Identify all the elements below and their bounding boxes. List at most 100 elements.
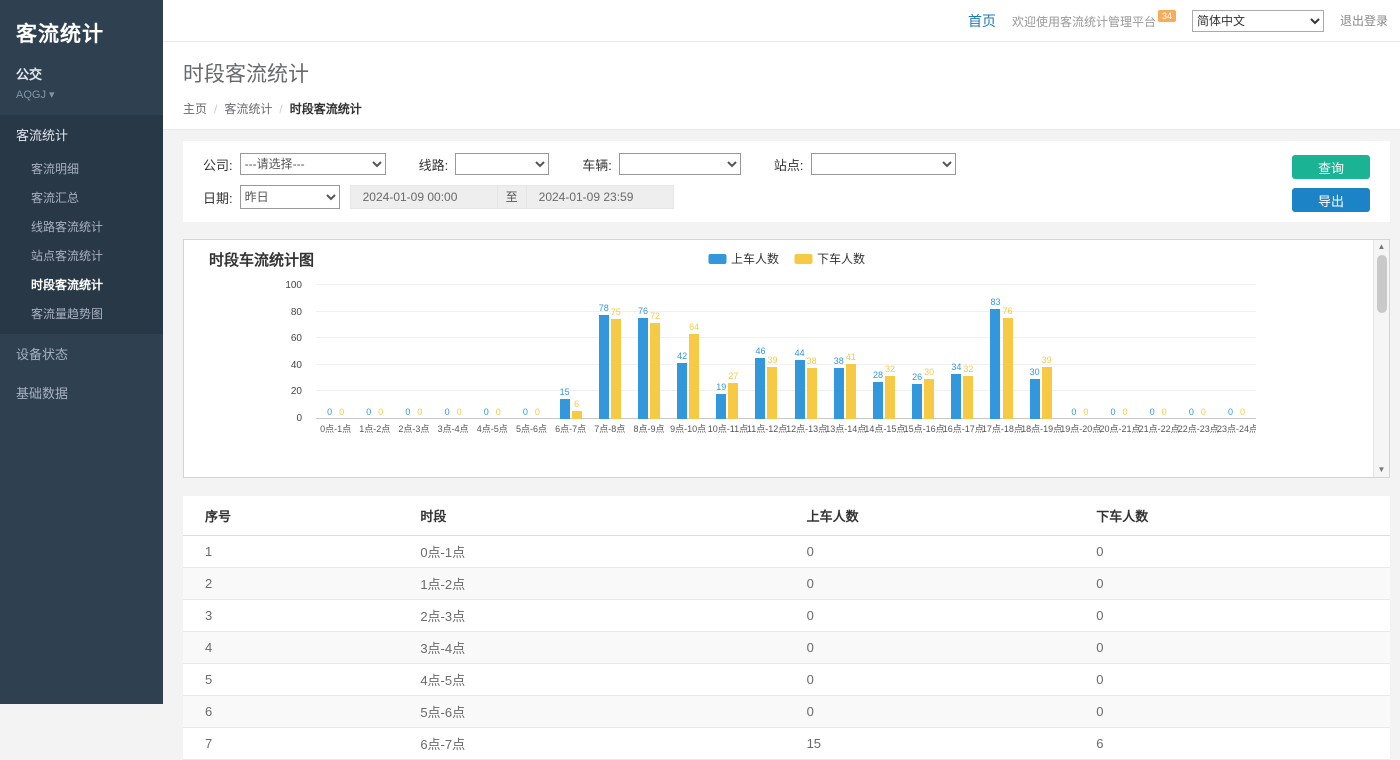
sidebar-subitem[interactable]: 站点客流统计 — [0, 241, 163, 270]
notification-badge: 34 — [1158, 10, 1176, 22]
date-to-input[interactable] — [526, 185, 674, 209]
x-axis-label: 17点-18点 — [982, 422, 1021, 435]
sidebar-subitem[interactable]: 客流明细 — [0, 154, 163, 183]
table-cell: 15 — [799, 728, 1089, 760]
line-select[interactable] — [455, 153, 549, 175]
scroll-down-icon[interactable]: ▼ — [1378, 466, 1386, 474]
bar — [1030, 379, 1040, 419]
table-cell: 0 — [1088, 568, 1390, 600]
sidebar-item-passenger-stats[interactable]: 客流统计 — [0, 115, 163, 154]
y-axis-tick: 60 — [258, 333, 302, 345]
bar-value-label: 38 — [807, 356, 817, 367]
bar-value-label: 0 — [484, 407, 489, 418]
vehicle-select[interactable] — [619, 153, 741, 175]
column-header-index: 序号 — [183, 496, 412, 536]
sidebar: 客流统计 公交 AQGJ ▾ 客流统计 客流明细客流汇总线路客流统计站点客流统计… — [0, 0, 163, 704]
table-row: 10点-1点00 — [183, 536, 1390, 568]
bar-value-label: 0 — [378, 407, 383, 418]
bar-value-label: 6 — [574, 399, 579, 410]
bar-group: 00 — [355, 286, 394, 419]
sidebar-subitem[interactable]: 客流汇总 — [0, 183, 163, 212]
table-row: 43点-4点00 — [183, 632, 1390, 664]
station-select[interactable] — [811, 153, 956, 175]
bar-value-label: 38 — [834, 356, 844, 367]
bar-value-label: 0 — [1201, 407, 1206, 418]
chart-title: 时段车流统计图 — [209, 252, 314, 269]
table-row: 21点-2点00 — [183, 568, 1390, 600]
table-cell: 0 — [799, 600, 1089, 632]
bar-value-label: 30 — [1030, 367, 1040, 378]
chart-scrollbar[interactable]: ▲ ▼ — [1373, 240, 1389, 477]
bar-value-label: 0 — [1071, 407, 1076, 418]
date-preset-select[interactable]: 昨日 — [240, 185, 340, 209]
home-link[interactable]: 首页 — [968, 11, 996, 31]
table-cell: 7 — [183, 728, 412, 760]
table-cell: 0点-1点 — [412, 536, 798, 568]
bar-value-label: 0 — [405, 407, 410, 418]
language-select[interactable]: 简体中文 — [1192, 10, 1324, 32]
bar — [599, 315, 609, 419]
bar-value-label: 0 — [417, 407, 422, 418]
breadcrumb: 主页/客流统计/时段客流统计 — [183, 100, 1400, 117]
x-axis-label: 13点-14点 — [825, 422, 864, 435]
sidebar-subitem[interactable]: 线路客流统计 — [0, 212, 163, 241]
bar — [716, 394, 726, 419]
bar — [572, 411, 582, 419]
table-cell: 2点-3点 — [412, 600, 798, 632]
breadcrumb-section[interactable]: 客流统计 — [224, 102, 272, 116]
legend-item-boarding[interactable]: 上车人数 — [708, 250, 779, 267]
bar-value-label: 0 — [523, 407, 528, 418]
table-cell: 1点-2点 — [412, 568, 798, 600]
date-from-input[interactable] — [350, 185, 498, 209]
bar-group: 7672 — [629, 286, 668, 419]
bar-group: 00 — [434, 286, 473, 419]
table-row: 76点-7点156 — [183, 728, 1390, 760]
table-cell: 0 — [799, 536, 1089, 568]
bar-value-label: 0 — [457, 407, 462, 418]
scroll-up-icon[interactable]: ▲ — [1378, 243, 1386, 251]
y-axis-tick: 80 — [258, 307, 302, 319]
logout-link[interactable]: 退出登录 — [1340, 12, 1388, 29]
sidebar-subitem[interactable]: 客流量趋势图 — [0, 299, 163, 328]
station-label: 站点: — [774, 155, 804, 174]
x-axis-label: 14点-15点 — [864, 422, 903, 435]
bar-value-label: 44 — [795, 348, 805, 359]
filter-actions: 查询 导出 — [1282, 153, 1370, 212]
x-axis-label: 18点-19点 — [1021, 422, 1060, 435]
query-button[interactable]: 查询 — [1292, 155, 1370, 179]
bar-group: 00 — [316, 286, 355, 419]
x-axis-label: 16点-17点 — [943, 422, 982, 435]
bar-value-label: 19 — [716, 382, 726, 393]
bar-value-label: 0 — [1111, 407, 1116, 418]
table-cell: 6 — [1088, 728, 1390, 760]
bar-group: 8376 — [982, 286, 1021, 419]
bar-group: 00 — [1139, 286, 1178, 419]
filter-panel: 公司: ---请选择--- 线路: 车辆: 站点: — [183, 141, 1390, 222]
x-axis-label: 12点-13点 — [786, 422, 825, 435]
legend-item-alighting[interactable]: 下车人数 — [794, 250, 865, 267]
sidebar-subitem[interactable]: 时段客流统计 — [0, 270, 163, 299]
chart-header: 时段车流统计图 上车人数 下车人数 — [184, 240, 1389, 270]
export-button[interactable]: 导出 — [1292, 188, 1370, 212]
company-select[interactable]: ---请选择--- — [240, 153, 386, 175]
x-axis-label: 20点-21点 — [1099, 422, 1138, 435]
x-axis-label: 6点-7点 — [551, 422, 590, 435]
sidebar-item-base-data[interactable]: 基础数据 — [0, 373, 163, 412]
y-axis: 020406080100 — [266, 286, 310, 419]
vehicle-label: 车辆: — [582, 155, 612, 174]
legend-label-boarding: 上车人数 — [731, 250, 779, 267]
y-axis-tick: 20 — [258, 386, 302, 398]
bar-value-label: 0 — [1150, 407, 1155, 418]
bar — [560, 399, 570, 419]
org-profile[interactable]: 公交 AQGJ ▾ — [0, 52, 163, 115]
plot-area: 020406080100 000000000000156787576724264… — [316, 286, 1256, 419]
breadcrumb-home[interactable]: 主页 — [183, 102, 207, 116]
org-code-dropdown[interactable]: AQGJ ▾ — [16, 88, 147, 101]
page-title: 时段客流统计 — [183, 58, 1400, 88]
bar — [873, 382, 883, 419]
sidebar-item-device-status[interactable]: 设备状态 — [0, 334, 163, 373]
bar-value-label: 32 — [885, 364, 895, 375]
table-header-row: 序号 时段 上车人数 下车人数 — [183, 496, 1390, 536]
scrollbar-thumb[interactable] — [1377, 255, 1387, 313]
bar — [767, 367, 777, 419]
